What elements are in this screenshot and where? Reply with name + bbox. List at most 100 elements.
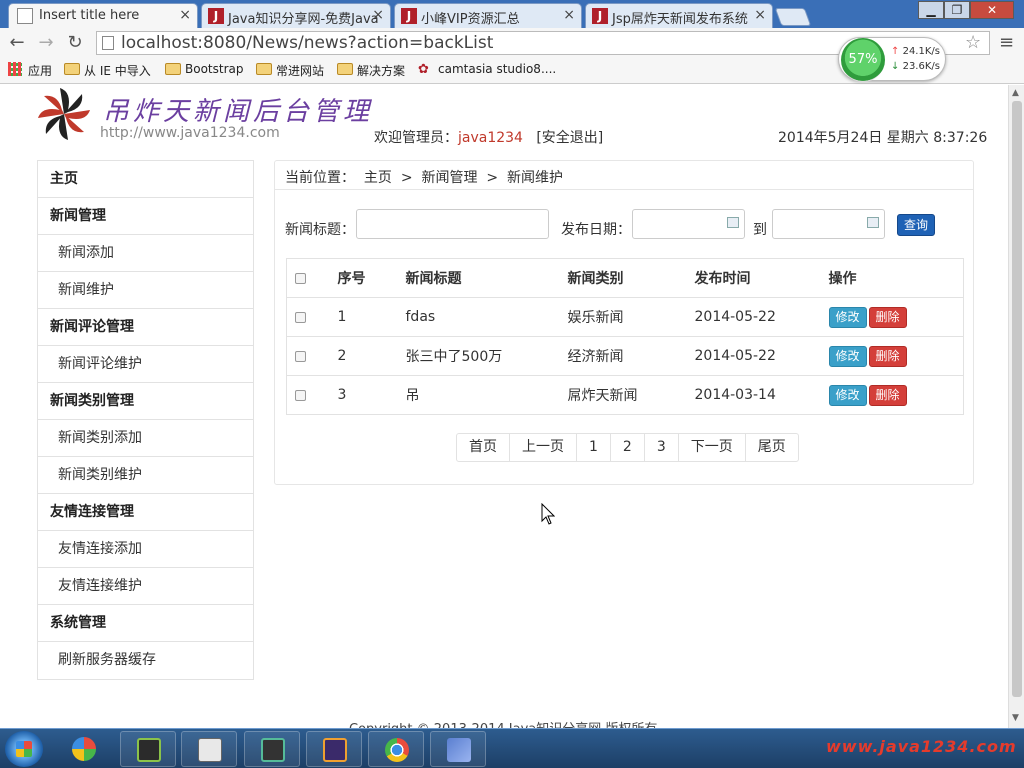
close-icon[interactable]: × (563, 7, 575, 23)
calendar-icon[interactable] (867, 217, 879, 228)
tab-vip-resources[interactable]: J 小峰VIP资源汇总 × (394, 3, 582, 28)
sidebar-menu: 主页 新闻管理 新闻添加 新闻维护 新闻评论管理 新闻评论维护 新闻类别管理 新… (37, 160, 254, 680)
page-scrollbar[interactable]: ▲ ▼ (1008, 85, 1024, 728)
table-header-row: 序号 新闻标题 新闻类别 发布时间 操作 (286, 258, 964, 298)
reload-icon[interactable]: ↻ (64, 32, 86, 54)
cell-title: 张三中了500万 (397, 336, 560, 376)
sidebar-group-news[interactable]: 新闻管理 (38, 198, 253, 235)
page-prev[interactable]: 上一页 (510, 434, 577, 461)
sidebar-group-links[interactable]: 友情连接管理 (38, 494, 253, 531)
breadcrumb: 当前位置： 主页 > 新闻管理 > 新闻维护 (285, 167, 563, 187)
taskbar-app-java-ee-ide[interactable] (306, 731, 362, 767)
sidebar-item-category-maintain[interactable]: 新闻类别维护 (38, 457, 253, 494)
cell-no: 3 (329, 375, 398, 415)
taskbar-app-1[interactable] (120, 731, 176, 767)
col-header-title: 新闻标题 (397, 258, 560, 298)
sidebar-item-comments-maintain[interactable]: 新闻评论维护 (38, 346, 253, 383)
sidebar-item-link-maintain[interactable]: 友情连接维护 (38, 568, 253, 605)
breadcrumb-home[interactable]: 主页 (364, 170, 392, 186)
folder-icon (165, 63, 181, 75)
browser-tab-bar: Insert title here × J Java知识分享网-免费Java ×… (0, 0, 1024, 28)
page-last[interactable]: 尾页 (746, 434, 798, 461)
pagination: 首页 上一页 1 2 3 下一页 尾页 (456, 433, 799, 462)
footer-copyright: Copyright © 2013-2014 Java知识分享网 版权所有 (349, 718, 657, 728)
sidebar-item-category-add[interactable]: 新闻类别添加 (38, 420, 253, 457)
title-filter-input[interactable] (356, 209, 549, 239)
close-icon[interactable]: × (372, 7, 384, 23)
start-button[interactable] (5, 731, 43, 767)
select-all-checkbox[interactable] (295, 272, 306, 284)
taskbar-app-3[interactable] (244, 731, 300, 767)
page-content: 吊炸天新闻后台管理 http://www.java1234.com 欢迎管理员：… (0, 85, 1008, 728)
taskbar-app-5[interactable] (430, 731, 486, 767)
col-header-category: 新闻类别 (559, 258, 687, 298)
delete-button[interactable]: 删除 (868, 306, 907, 328)
page-icon (102, 36, 114, 50)
cell-title: fdas (397, 297, 560, 337)
bookmark-camtasia[interactable]: ✿ camtasia studio8.... (418, 62, 556, 77)
tab-jsp-news[interactable]: J Jsp屌炸天新闻发布系统 × (585, 3, 773, 28)
scrollbar-thumb[interactable] (1012, 101, 1022, 697)
sidebar-item-news-maintain[interactable]: 新闻维护 (38, 272, 253, 309)
back-arrow-icon[interactable]: ← (6, 32, 28, 54)
taskbar-app-paint[interactable] (56, 731, 112, 767)
bookmark-sites[interactable]: 常进网站 (256, 62, 324, 79)
close-icon[interactable]: × (754, 7, 766, 23)
calendar-icon[interactable] (727, 217, 739, 228)
query-button[interactable]: 查询 (897, 214, 935, 236)
tab-insert-title[interactable]: Insert title here × (8, 3, 198, 28)
menu-icon[interactable]: ≡ (999, 32, 1014, 53)
taskbar-app-chrome[interactable] (368, 731, 424, 767)
page-number[interactable]: 2 (611, 434, 645, 461)
cell-category: 屌炸天新闻 (559, 375, 687, 415)
maximize-button[interactable]: ❐ (944, 1, 970, 19)
scroll-up-icon[interactable]: ▲ (1012, 88, 1019, 98)
breadcrumb-news[interactable]: 新闻管理 (421, 170, 477, 186)
page-number[interactable]: 3 (645, 434, 679, 461)
close-icon[interactable]: × (179, 7, 191, 23)
row-checkbox[interactable] (295, 389, 306, 401)
logout-link[interactable]: [安全退出] (536, 130, 603, 146)
new-tab-button[interactable] (774, 8, 812, 26)
bookmark-ie-import[interactable]: 从 IE 中导入 (64, 62, 151, 79)
scroll-down-icon[interactable]: ▼ (1012, 713, 1019, 723)
sidebar-group-system[interactable]: 系统管理 (38, 605, 253, 642)
site-watermark: www.java1234.com (826, 737, 1017, 756)
bookmark-apps[interactable]: 应用 (8, 62, 52, 79)
row-checkbox[interactable] (295, 311, 306, 323)
tab-title: Insert title here (39, 8, 140, 23)
edit-button[interactable]: 修改 (828, 345, 867, 367)
sidebar-group-comments[interactable]: 新闻评论管理 (38, 309, 253, 346)
network-speed-widget[interactable]: 57% ↑ 24.1K/s ↓ 23.6K/s (838, 37, 946, 82)
page-number[interactable]: 1 (577, 434, 611, 461)
date-to-input[interactable] (772, 209, 885, 239)
page-next[interactable]: 下一页 (679, 434, 746, 461)
pinwheel-logo-icon (38, 88, 90, 140)
upload-value: 24.1K/s (902, 46, 940, 57)
date-filter-label: 发布日期： (561, 222, 631, 238)
sidebar-item-link-add[interactable]: 友情连接添加 (38, 531, 253, 568)
bookmark-bootstrap[interactable]: Bootstrap (165, 62, 243, 76)
sidebar-item-home[interactable]: 主页 (38, 161, 253, 198)
minimize-button[interactable]: ▁ (918, 1, 944, 19)
taskbar-app-2[interactable] (181, 731, 237, 767)
tab-java-share[interactable]: J Java知识分享网-免费Java × (201, 3, 391, 28)
cell-no: 2 (329, 336, 398, 376)
window-close-button[interactable]: ✕ (970, 1, 1014, 19)
sidebar-item-refresh-cache[interactable]: 刷新服务器缓存 (38, 642, 253, 679)
sidebar-group-categories[interactable]: 新闻类别管理 (38, 383, 253, 420)
row-checkbox[interactable] (295, 350, 306, 362)
forward-arrow-icon[interactable]: → (35, 32, 57, 54)
delete-button[interactable]: 删除 (868, 384, 907, 406)
bookmark-label: Bootstrap (185, 62, 244, 76)
title-filter-label: 新闻标题： (285, 222, 355, 238)
page-first[interactable]: 首页 (457, 434, 510, 461)
bookmark-solutions[interactable]: 解决方案 (337, 62, 405, 79)
bookmark-star-icon[interactable]: ☆ (965, 32, 981, 53)
row-check-cell (286, 375, 330, 415)
edit-button[interactable]: 修改 (828, 384, 867, 406)
sidebar-item-news-add[interactable]: 新闻添加 (38, 235, 253, 272)
date-from-input[interactable] (632, 209, 745, 239)
edit-button[interactable]: 修改 (828, 306, 867, 328)
delete-button[interactable]: 删除 (868, 345, 907, 367)
